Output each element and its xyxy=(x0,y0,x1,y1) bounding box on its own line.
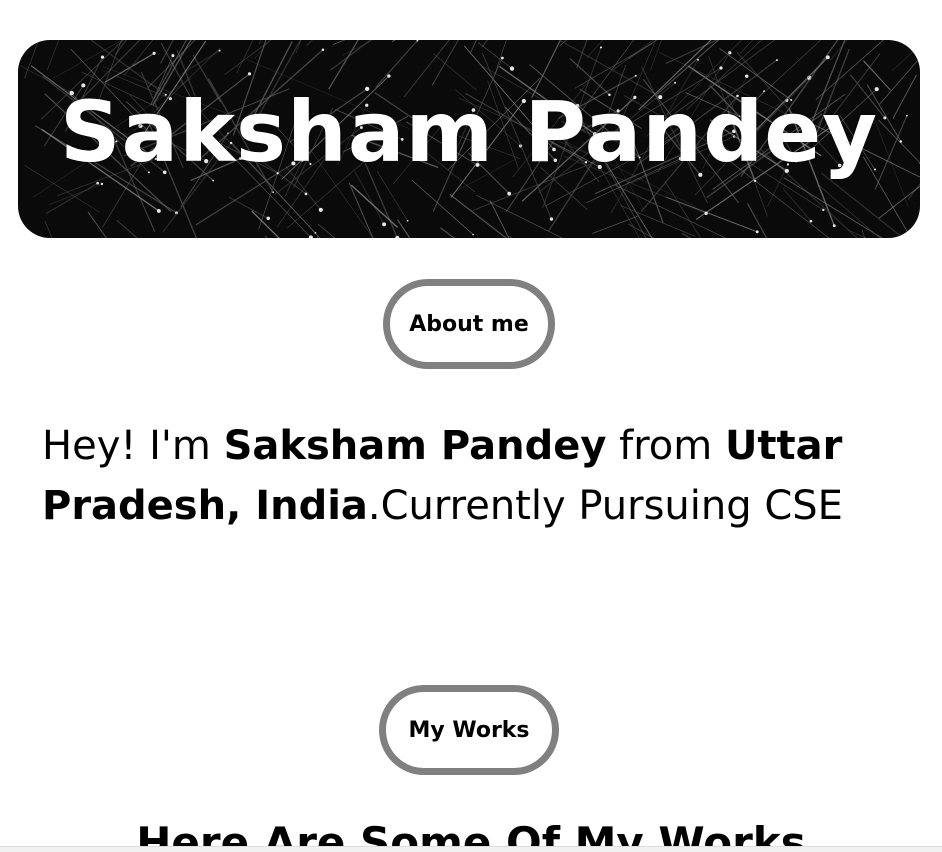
fiber-streak xyxy=(747,203,768,238)
intro-prefix: Hey! I'm xyxy=(42,423,224,469)
fiber-streak xyxy=(449,194,507,238)
star-dot xyxy=(171,54,175,58)
fiber-streak xyxy=(574,43,653,89)
star-dot xyxy=(599,46,603,49)
fiber-streak xyxy=(628,40,658,60)
fiber-streak xyxy=(317,223,336,238)
fiber-streak xyxy=(891,44,920,72)
star-dot xyxy=(387,74,391,78)
fiber-streak xyxy=(342,40,375,56)
fiber-streak xyxy=(620,205,696,237)
star-dot xyxy=(825,55,830,60)
star-dot xyxy=(634,74,637,77)
star-dot xyxy=(704,211,708,215)
star-dot xyxy=(832,224,836,228)
star-dot xyxy=(501,56,504,60)
fiber-streak xyxy=(48,183,103,206)
star-dot xyxy=(247,72,252,76)
star-dot xyxy=(266,216,270,221)
star-dot xyxy=(382,222,387,227)
fiber-streak xyxy=(375,40,418,88)
fiber-streak xyxy=(476,194,563,238)
about-paragraph: Hey! I'm Saksham Pandey from Uttar Prade… xyxy=(42,416,902,536)
fiber-streak xyxy=(264,235,268,238)
fiber-streak xyxy=(316,236,319,238)
my-works-button[interactable]: My Works xyxy=(379,685,559,775)
fiber-streak xyxy=(44,220,53,238)
fiber-streak xyxy=(416,40,419,43)
star-dot xyxy=(272,191,274,194)
fiber-streak xyxy=(847,229,867,238)
portfolio-page: Saksham Pandey About me Hey! I'm Saksham… xyxy=(0,0,942,852)
fiber-streak xyxy=(612,40,654,71)
fiber-streak xyxy=(829,40,848,61)
star-dot xyxy=(509,66,515,71)
star-dot xyxy=(156,209,161,213)
fiber-streak xyxy=(396,219,411,238)
fiber-streak xyxy=(224,40,272,76)
fiber-streak xyxy=(295,40,302,54)
fiber-streak xyxy=(328,40,359,90)
fiber-streak xyxy=(470,40,477,53)
star-dot xyxy=(745,74,749,78)
hero-title: Saksham Pandey xyxy=(60,83,878,181)
fiber-streak xyxy=(411,179,474,235)
fiber-streak xyxy=(740,40,754,54)
fiber-streak xyxy=(821,172,905,238)
fiber-streak xyxy=(681,232,692,238)
fiber-streak xyxy=(228,196,269,219)
fiber-streak xyxy=(918,40,920,43)
fiber-streak xyxy=(306,40,313,47)
fiber-streak xyxy=(46,40,60,71)
star-dot xyxy=(697,58,699,61)
fiber-streak xyxy=(116,219,138,238)
horizontal-scrollbar[interactable] xyxy=(0,846,942,852)
fiber-streak xyxy=(650,40,662,71)
fiber-streak xyxy=(481,40,489,48)
about-me-button[interactable]: About me xyxy=(383,279,555,369)
fiber-streak xyxy=(87,211,107,238)
fiber-streak xyxy=(251,210,280,238)
fiber-streak xyxy=(350,184,399,228)
fiber-streak xyxy=(391,40,396,43)
hero-banner: Saksham Pandey xyxy=(18,40,920,238)
from-text: from xyxy=(606,423,725,469)
fiber-streak xyxy=(45,182,98,215)
fiber-streak xyxy=(146,40,196,89)
star-dot xyxy=(321,48,325,51)
star-dot xyxy=(775,59,778,62)
fiber-streak xyxy=(586,40,604,59)
star-dot xyxy=(822,208,825,212)
fiber-streak xyxy=(329,40,372,71)
star-dot xyxy=(96,181,99,185)
intro-suffix: .Currently Pursuing CSE xyxy=(367,483,843,529)
star-dot xyxy=(719,66,723,70)
star-dot xyxy=(100,182,104,186)
my-works-button-label: My Works xyxy=(408,717,530,743)
star-dot xyxy=(100,55,105,59)
star-dot xyxy=(152,51,156,55)
star-dot xyxy=(218,49,221,52)
star-dot xyxy=(549,217,554,221)
owner-name: Saksham Pandey xyxy=(223,423,607,469)
star-dot xyxy=(507,191,512,196)
star-dot xyxy=(755,230,759,234)
star-dot xyxy=(809,219,813,223)
about-me-button-label: About me xyxy=(409,311,529,337)
fiber-streak xyxy=(440,227,455,238)
star-dot xyxy=(472,233,475,236)
star-dot xyxy=(406,219,409,222)
star-dot xyxy=(318,207,323,212)
